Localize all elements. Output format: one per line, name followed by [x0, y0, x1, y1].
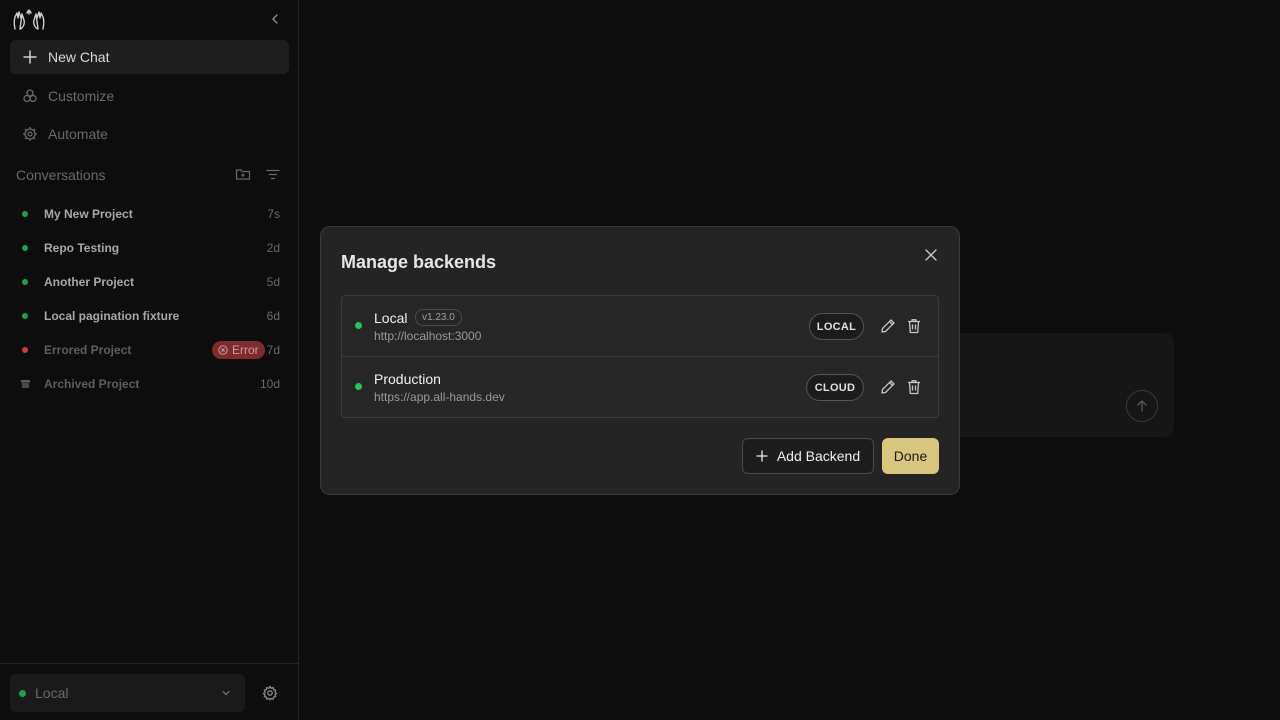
backend-type-badge: CLOUD	[806, 374, 864, 401]
plus-icon	[756, 450, 768, 462]
status-dot	[355, 383, 362, 390]
backend-url: https://app.all-hands.dev	[374, 390, 505, 404]
backend-row: Local v1.23.0 http://localhost:3000 LOCA…	[342, 296, 938, 357]
backend-name: Production	[374, 371, 441, 387]
backend-url: http://localhost:3000	[374, 329, 482, 343]
add-backend-button[interactable]: Add Backend	[742, 438, 874, 474]
delete-trash-icon[interactable]	[905, 378, 923, 396]
backend-name: Local	[374, 310, 408, 326]
edit-pencil-icon[interactable]	[879, 378, 897, 396]
status-dot	[355, 322, 362, 329]
done-button[interactable]: Done	[882, 438, 939, 474]
modal-title: Manage backends	[341, 252, 497, 272]
close-icon[interactable]	[924, 248, 938, 262]
manage-backends-modal: Manage backends Local v1.23.0 http://loc…	[320, 226, 960, 495]
done-label: Done	[893, 448, 928, 464]
backend-row: Production https://app.all-hands.dev CLO…	[342, 357, 938, 418]
backend-list: Local v1.23.0 http://localhost:3000 LOCA…	[341, 295, 939, 418]
add-backend-label: Add Backend	[776, 448, 861, 464]
delete-trash-icon[interactable]	[905, 317, 923, 335]
version-badge: v1.23.0	[415, 309, 462, 326]
edit-pencil-icon[interactable]	[879, 317, 897, 335]
backend-type-badge: LOCAL	[809, 313, 864, 340]
